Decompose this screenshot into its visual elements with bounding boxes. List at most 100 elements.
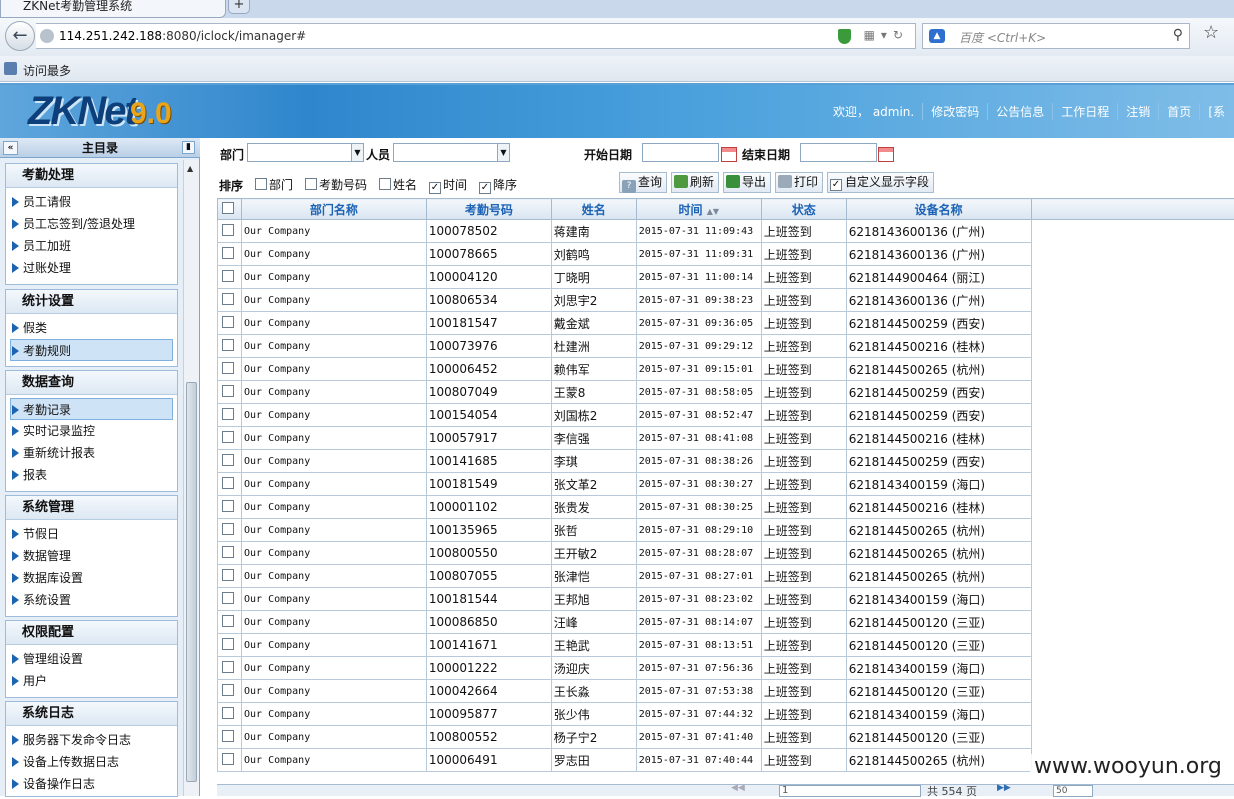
table-row[interactable]: Our Company100135965张哲2015-07-31 08:29:1… (218, 519, 1234, 542)
row-checkbox[interactable] (222, 293, 234, 305)
reload-icon[interactable]: ▦▾↻ (864, 28, 909, 42)
table-row[interactable]: Our Company100154054刘国栋22015-07-31 08:52… (218, 404, 1234, 427)
sort-option-dept[interactable]: 部门 (255, 176, 293, 193)
table-row[interactable]: Our Company100078502蒋建南2015-07-31 11:09:… (218, 220, 1234, 243)
search-icon[interactable]: ⚲ (1173, 27, 1183, 43)
row-checkbox[interactable] (222, 592, 234, 604)
table-row[interactable]: Our Company100806534刘思宇22015-07-31 09:38… (218, 289, 1234, 312)
sort-name-checkbox[interactable] (379, 178, 391, 190)
table-row[interactable]: Our Company100095877张少伟2015-07-31 07:44:… (218, 703, 1234, 726)
sidebar-item-system-settings[interactable]: 系统设置 (6, 589, 177, 611)
sort-number-checkbox[interactable] (305, 178, 317, 190)
table-row[interactable]: Our Company100141685李琪2015-07-31 08:38:2… (218, 450, 1234, 473)
column-header-name[interactable]: 姓名 (551, 199, 636, 220)
menu-group-title[interactable]: 考勤处理 (6, 164, 177, 188)
menu-group-title[interactable]: 统计设置 (6, 290, 177, 314)
sidebar-item-device-upload-log[interactable]: 设备上传数据日志 (6, 751, 177, 773)
scroll-up-icon[interactable]: ▲ (187, 164, 193, 173)
sidebar-item-database-settings[interactable]: 数据库设置 (6, 567, 177, 589)
custom-fields-button[interactable]: ✓自定义显示字段 (827, 172, 934, 193)
address-bar[interactable]: 114.251.242.188:8080/iclock/imanager# ▦▾… (36, 23, 916, 49)
sidebar-scrollbar[interactable]: ▲ (183, 160, 199, 796)
row-checkbox[interactable] (222, 431, 234, 443)
bookmark-most-visited[interactable]: 访问最多 (23, 62, 71, 79)
sort-time-checkbox[interactable]: ✓ (429, 182, 441, 194)
export-button[interactable]: 导出 (723, 172, 771, 193)
sort-option-number[interactable]: 考勤号码 (305, 176, 367, 193)
home-link[interactable]: 首页 (1158, 103, 1199, 120)
row-checkbox[interactable] (222, 684, 234, 696)
change-password-link[interactable]: 修改密码 (922, 103, 987, 120)
dept-input[interactable] (247, 143, 352, 162)
row-checkbox[interactable] (222, 477, 234, 489)
sidebar-item-leave[interactable]: 员工请假 (6, 191, 177, 213)
row-checkbox[interactable] (222, 454, 234, 466)
sort-option-name[interactable]: 姓名 (379, 176, 417, 193)
end-date-input[interactable] (800, 143, 877, 162)
row-checkbox[interactable] (222, 224, 234, 236)
sidebar-item-overtime[interactable]: 员工加班 (6, 235, 177, 257)
row-checkbox[interactable] (222, 316, 234, 328)
row-checkbox[interactable] (222, 339, 234, 351)
shield-icon[interactable] (838, 29, 851, 44)
sidebar-item-attendance-records[interactable]: 考勤记录 (10, 398, 173, 420)
table-row[interactable]: Our Company100001222汤迎庆2015-07-31 07:56:… (218, 657, 1234, 680)
print-button[interactable]: 打印 (775, 172, 823, 193)
table-row[interactable]: Our Company100800550王开敏22015-07-31 08:28… (218, 542, 1234, 565)
table-row[interactable]: Our Company100181549张文革22015-07-31 08:30… (218, 473, 1234, 496)
new-tab-button[interactable]: + (228, 0, 250, 14)
menu-group-title[interactable]: 权限配置 (6, 621, 177, 645)
table-row[interactable]: Our Company100807049王蒙82015-07-31 08:58:… (218, 381, 1234, 404)
announcements-link[interactable]: 公告信息 (987, 103, 1052, 120)
column-header-dept[interactable]: 部门名称 (241, 199, 426, 220)
sidebar-item-admin-groups[interactable]: 管理组设置 (6, 648, 177, 670)
sidebar-item-holidays[interactable]: 节假日 (6, 523, 177, 545)
row-checkbox[interactable] (222, 638, 234, 650)
table-row[interactable]: Our Company100181544王邦旭2015-07-31 08:23:… (218, 588, 1234, 611)
row-checkbox[interactable] (222, 408, 234, 420)
scrollbar-thumb[interactable] (186, 382, 197, 782)
row-checkbox[interactable] (222, 730, 234, 742)
sidebar-item-posting[interactable]: 过账处理 (6, 257, 177, 279)
table-row[interactable]: Our Company100042664王长淼2015-07-31 07:53:… (218, 680, 1234, 703)
sort-option-time[interactable]: ✓时间 (429, 176, 467, 194)
sort-desc-checkbox[interactable]: ✓ (479, 182, 491, 194)
next-page-icon[interactable]: ▶▶ (997, 783, 1011, 793)
row-checkbox[interactable] (222, 523, 234, 535)
dept-dropdown-icon[interactable]: ▼ (351, 143, 364, 162)
table-row[interactable]: Our Company100086850汪峰2015-07-31 08:14:0… (218, 611, 1234, 634)
logout-link[interactable]: 注销 (1117, 103, 1158, 120)
calendar-icon[interactable] (721, 147, 737, 162)
menu-group-title[interactable]: 系统日志 (6, 702, 177, 726)
page-size-select[interactable]: 50 (1053, 785, 1093, 797)
person-dropdown-icon[interactable]: ▼ (497, 143, 510, 162)
table-row[interactable]: Our Company100181547戴金斌2015-07-31 09:36:… (218, 312, 1234, 335)
search-box[interactable]: ▲ 百度 <Ctrl+K> ⚲ (922, 23, 1190, 49)
sidebar-item-device-operation-log[interactable]: 设备操作日志 (6, 773, 177, 795)
select-all-checkbox[interactable] (222, 202, 234, 214)
sidebar-item-attendance-rules[interactable]: 考勤规则 (10, 339, 173, 361)
system-link[interactable]: [系 (1199, 103, 1233, 120)
baidu-icon[interactable]: ▲ (929, 29, 945, 43)
row-checkbox[interactable] (222, 500, 234, 512)
query-button[interactable]: ?查询 (619, 172, 667, 193)
browser-tab[interactable]: ZKNet考勤管理系统 (0, 0, 226, 18)
table-row[interactable]: Our Company100057917李信强2015-07-31 08:41:… (218, 427, 1234, 450)
column-header-time[interactable]: 时间 ▲▼ (636, 199, 761, 220)
sidebar-item-users[interactable]: 用户 (6, 670, 177, 692)
site-info-icon[interactable] (40, 29, 54, 43)
sidebar-item-forgot-sign[interactable]: 员工忘签到/签退处理 (6, 213, 177, 235)
table-row[interactable]: Our Company100073976杜建洲2015-07-31 09:29:… (218, 335, 1234, 358)
row-checkbox[interactable] (222, 615, 234, 627)
row-checkbox[interactable] (222, 270, 234, 282)
pin-icon[interactable]: ▮ (182, 141, 195, 154)
person-input[interactable] (393, 143, 498, 162)
table-row[interactable]: Our Company100800552杨子宁22015-07-31 07:41… (218, 726, 1234, 749)
row-checkbox[interactable] (222, 569, 234, 581)
row-checkbox[interactable] (222, 661, 234, 673)
sort-dept-checkbox[interactable] (255, 178, 267, 190)
row-checkbox[interactable] (222, 362, 234, 374)
refresh-button[interactable]: 刷新 (671, 172, 719, 193)
back-button[interactable]: ← (5, 21, 35, 51)
row-checkbox[interactable] (222, 707, 234, 719)
